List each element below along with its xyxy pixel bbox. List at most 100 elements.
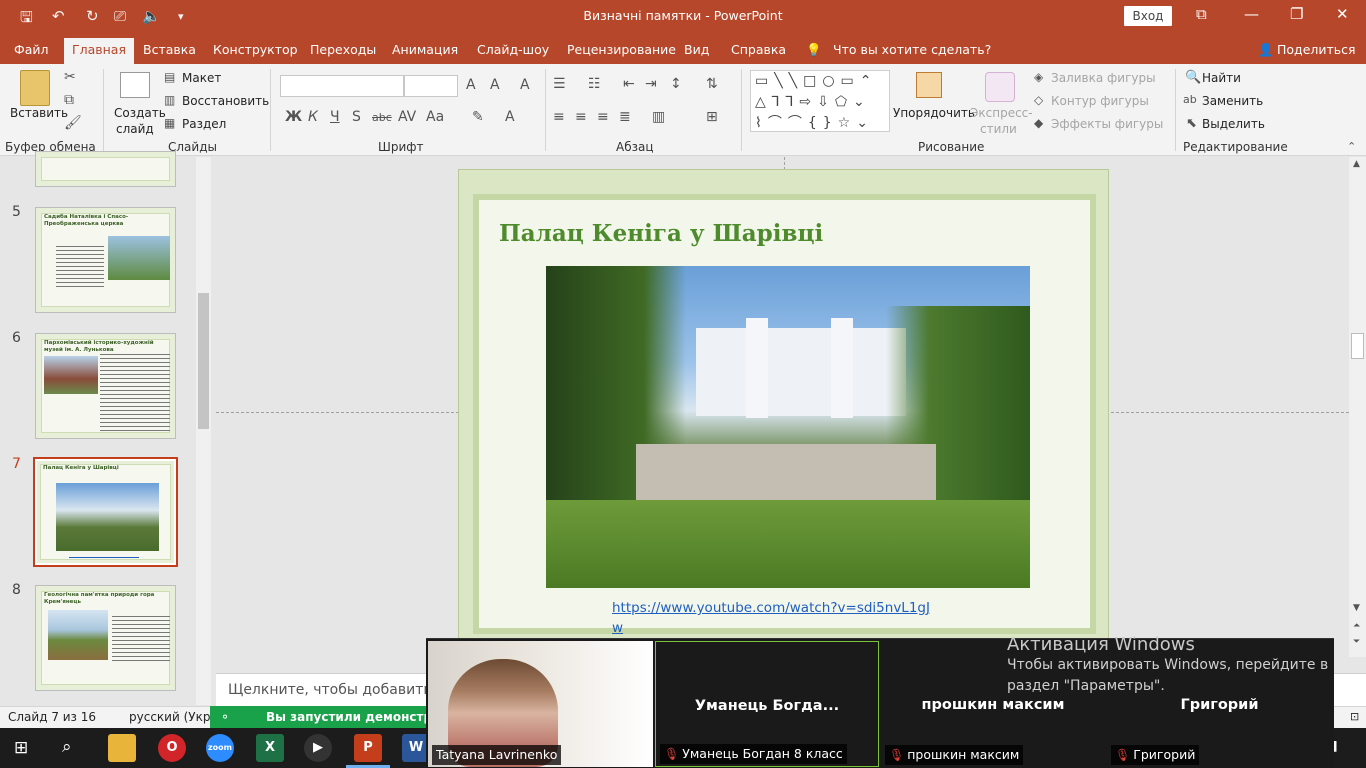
ribbon-tabs: Файл Главная Вставка Конструктор Переход… [0,34,1366,64]
font-size-input[interactable] [404,75,458,97]
video-tile[interactable]: Григорий 🎙 Григорий [1107,641,1332,767]
format-painter-icon[interactable]: 🖌 [64,115,82,131]
file-explorer-icon[interactable] [108,734,136,762]
increase-indent-icon[interactable]: ⇥ [645,76,657,92]
search-icon[interactable]: ⌕ [62,737,72,757]
italic-icon[interactable]: К [308,109,318,125]
spacing-icon[interactable]: AV [398,109,416,125]
find-button[interactable]: Найти [1202,71,1241,85]
slide-thumbnail-6[interactable]: Пархомівський історико-художній музей ім… [35,333,176,439]
tab-review[interactable]: Рецензирование [567,42,676,57]
shape-outline-button[interactable]: Контур фигуры [1051,94,1149,108]
quick-styles-button[interactable]: Экспресс- [970,106,1033,120]
current-slide[interactable]: Палац Кеніга у Шарівці https://www.youtu… [458,169,1109,639]
restore-icon[interactable]: ❐ [1290,5,1303,23]
replace-button[interactable]: Заменить [1202,94,1263,108]
reset-icon: ▥ [164,93,176,107]
minimize-icon[interactable]: — [1244,5,1259,23]
video-tile[interactable]: прошкин максим 🎙 прошкин максим [881,641,1105,767]
youtube-link[interactable]: https://www.youtube.com/watch?v=sdi5nvL1… [612,598,932,638]
slide-photo[interactable] [546,266,1030,588]
signin-button[interactable]: Вход [1124,6,1172,26]
next-slide-icon[interactable]: ⏷ [1353,637,1360,647]
zoom-app-icon[interactable]: zoom [206,734,234,762]
excel-icon[interactable]: X [256,734,284,762]
align-left-icon[interactable]: ≡ [553,109,565,125]
quick-styles-icon[interactable] [985,72,1015,102]
select-button[interactable]: Выделить [1202,117,1265,131]
tab-design[interactable]: Конструктор [213,42,298,57]
screen-share-banner[interactable]: ⚬ Вы запустили демонстрации [210,706,466,728]
arrange-button[interactable]: Упорядочить [893,106,975,120]
font-name-input[interactable] [280,75,404,97]
slide-scrollbar[interactable]: ▲ ▼ ⏶ ⏷ [1349,157,1366,657]
highlight-icon[interactable]: ✎ [472,109,484,125]
paste-button[interactable]: Вставить [10,106,68,120]
scrollbar-thumb[interactable] [1351,333,1364,359]
change-case-icon[interactable]: Aa [426,109,444,125]
scrollbar-thumb[interactable] [198,293,209,429]
arrange-icon[interactable] [916,72,942,98]
ribbon-display-icon[interactable]: ⧉ [1196,5,1207,23]
new-slide-button[interactable]: Создать [114,106,166,120]
copy-icon[interactable]: ⧉ [64,92,74,108]
tab-insert[interactable]: Вставка [143,42,196,57]
cut-icon[interactable]: ✂ [64,69,76,85]
outline-icon: ◇ [1034,93,1044,107]
windows-start-icon[interactable]: ⊞ [14,738,28,758]
video-tile-self[interactable]: Tatyana Lavrinenko [428,641,653,767]
columns-icon[interactable]: ▥ [652,109,665,125]
smartart-icon[interactable]: ⊞ [706,109,718,125]
shadow-icon[interactable]: S [352,109,361,125]
tab-help[interactable]: Справка [731,42,786,57]
bold-icon[interactable]: Ж [285,109,302,125]
bullets-icon[interactable]: ☰ [553,76,566,92]
thumbnails-scrollbar[interactable] [196,157,211,705]
clear-formatting-icon[interactable]: A [520,77,530,93]
slide-thumbnail-8[interactable]: Геологічна пам'ятка природи гора Крем'ян… [35,585,176,691]
justify-icon[interactable]: ≣ [619,109,631,125]
tab-slideshow[interactable]: Слайд-шоу [477,42,549,57]
shape-effects-button[interactable]: Эффекты фигуры [1051,117,1163,131]
scroll-down-icon[interactable]: ▼ [1353,603,1360,613]
text-direction-icon[interactable]: ⇅ [706,76,718,92]
media-player-icon[interactable]: ▶ [304,734,332,762]
decrease-indent-icon[interactable]: ⇤ [623,76,635,92]
tell-me-search[interactable]: Что вы хотите сделать? [833,42,991,57]
layout-button[interactable]: Макет [182,71,221,85]
increase-font-icon[interactable]: A [466,77,476,93]
slide-thumbnail-4[interactable] [35,151,176,187]
fit-slide-icon[interactable]: ⊡ [1350,710,1359,723]
section-button[interactable]: Раздел [182,117,226,131]
tab-animations[interactable]: Анимация [392,42,458,57]
shape-fill-button[interactable]: Заливка фигуры [1051,71,1156,85]
powerpoint-icon[interactable]: P [354,734,382,762]
scroll-up-icon[interactable]: ▲ [1353,159,1360,169]
collapse-ribbon-icon[interactable]: ⌃ [1347,140,1356,153]
underline-icon[interactable]: Ч [330,109,340,125]
opera-icon[interactable]: O [158,734,186,762]
new-slide-icon[interactable] [120,72,150,98]
slide-title[interactable]: Палац Кеніга у Шарівці [499,220,823,247]
slide-thumbnail-5[interactable]: Садиба Наталівка і Спасо-Преображенська … [35,207,176,313]
decrease-font-icon[interactable]: A [490,77,500,93]
share-button[interactable]: Поделиться [1277,42,1356,57]
paste-icon[interactable] [20,70,50,106]
reset-button[interactable]: Восстановить [182,94,269,108]
align-center-icon[interactable]: ≡ [575,109,587,125]
slide-thumbnail-7-selected[interactable]: Палац Кеніга у Шарівці [33,457,178,567]
tab-view[interactable]: Вид [684,42,709,57]
tab-home[interactable]: Главная [64,38,134,64]
font-color-icon[interactable]: A [505,109,515,125]
line-spacing-icon[interactable]: ↕ [670,76,682,92]
notes-placeholder[interactable]: Щелкните, чтобы добавить за [228,682,452,698]
close-icon[interactable]: ✕ [1336,5,1349,23]
tab-file[interactable]: Файл [14,42,49,57]
previous-slide-icon[interactable]: ⏶ [1353,621,1360,631]
strikethrough-icon[interactable]: abc [372,111,392,124]
tab-transitions[interactable]: Переходы [310,42,376,57]
video-tile-active-speaker[interactable]: Уманець Богда... 🎙 Уманець Богдан 8 класс [655,641,879,767]
numbering-icon[interactable]: ☷ [588,76,601,92]
shapes-gallery[interactable]: ▭╲╲□○▭⌃ △⅂⅂⇨⇩⬠⌄ ⌇⌒⌒{}☆⌄ [750,70,890,132]
align-right-icon[interactable]: ≡ [597,109,609,125]
